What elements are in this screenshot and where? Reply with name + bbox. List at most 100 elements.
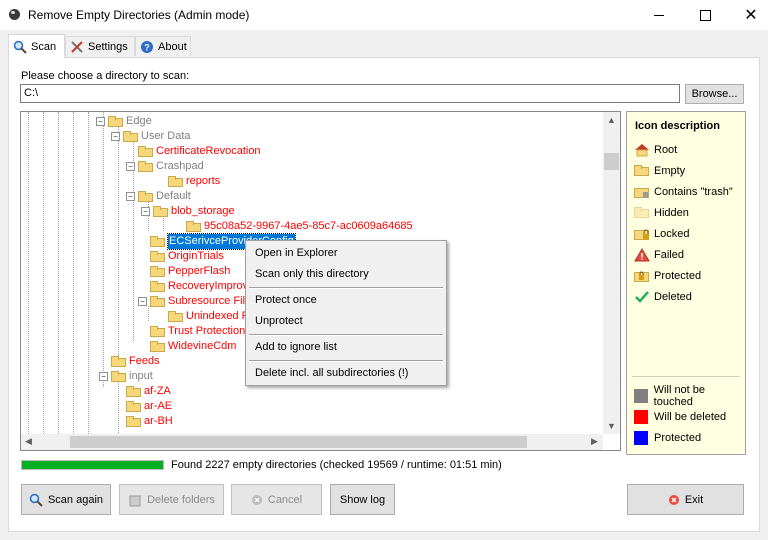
tree-guide-line bbox=[28, 112, 29, 434]
show-log-button[interactable]: Show log bbox=[330, 484, 395, 515]
legend-item-label: Contains "trash" bbox=[654, 186, 733, 198]
folder-icon bbox=[150, 296, 165, 307]
tree-horizontal-scrollbar[interactable]: ◀ ▶ bbox=[21, 434, 603, 450]
minimize-button[interactable] bbox=[636, 0, 682, 30]
exit-button[interactable]: Exit bbox=[627, 484, 744, 515]
collapse-icon[interactable]: − bbox=[99, 372, 108, 381]
folder-icon bbox=[168, 311, 183, 322]
tab-scan-label: Scan bbox=[31, 40, 57, 53]
blue-swatch bbox=[634, 431, 648, 445]
tab-about-label: About bbox=[158, 40, 187, 53]
legend-item-label: Protected bbox=[654, 270, 702, 282]
tree-node[interactable]: PepperFlash bbox=[150, 264, 230, 279]
tree-node[interactable]: 95c08a52-9967-4ae5-85c7-ac0609a64685 bbox=[186, 219, 413, 234]
legend-title: Icon description bbox=[635, 120, 720, 132]
tab-scan[interactable]: Scan bbox=[8, 34, 65, 58]
folder-icon bbox=[126, 386, 141, 397]
tree-node-label: User Data bbox=[141, 130, 191, 142]
tree-node[interactable]: − Subresource Filte bbox=[138, 294, 254, 309]
menu-item-open-in-explorer[interactable]: Open in Explorer bbox=[255, 243, 338, 263]
tree-node[interactable]: af-ZA bbox=[126, 384, 171, 399]
collapse-icon[interactable]: − bbox=[111, 132, 120, 141]
tree-vertical-scrollbar[interactable]: ▲ ▼ bbox=[603, 112, 620, 434]
tree-node[interactable]: − input bbox=[99, 369, 153, 384]
tree-node-label: Default bbox=[156, 190, 191, 202]
legend-item-locked: Locked bbox=[634, 226, 689, 242]
scroll-right-icon[interactable]: ▶ bbox=[591, 436, 598, 447]
delete-folder-icon bbox=[128, 493, 142, 507]
tree-node[interactable]: reports bbox=[168, 174, 220, 189]
tree-node[interactable]: − Crashpad bbox=[126, 159, 204, 174]
tree-node-label: WidevineCdm bbox=[168, 340, 237, 352]
menu-item-delete-incl-subdirectories[interactable]: Delete incl. all subdirectories (!) bbox=[255, 363, 408, 383]
folder-icon bbox=[111, 371, 126, 382]
folder-icon bbox=[150, 341, 165, 352]
tree-node-label: input bbox=[129, 370, 153, 382]
scan-again-label: Scan again bbox=[47, 493, 104, 506]
scan-progress-bar bbox=[21, 460, 164, 470]
legend-color-label: Protected bbox=[654, 432, 702, 444]
collapse-icon[interactable]: − bbox=[96, 117, 105, 126]
collapse-icon[interactable]: − bbox=[126, 162, 135, 171]
tree-node-label: Unindexed R bbox=[186, 310, 250, 322]
root-folder-icon bbox=[634, 143, 650, 157]
menu-item-add-to-ignore-list[interactable]: Add to ignore list bbox=[255, 337, 337, 357]
legend-color-protected: Protected bbox=[634, 430, 701, 446]
tree-node[interactable]: Trust Protection L bbox=[150, 324, 254, 339]
gray-swatch bbox=[634, 389, 648, 403]
protected-folder-icon bbox=[634, 269, 650, 283]
collapse-icon[interactable]: − bbox=[138, 297, 147, 306]
tree-node[interactable]: − Edge bbox=[96, 114, 152, 129]
exit-icon bbox=[668, 494, 680, 506]
tools-icon bbox=[70, 40, 84, 54]
window-title: Remove Empty Directories (Admin mode) bbox=[28, 8, 250, 22]
tree-node[interactable]: − Default bbox=[126, 189, 191, 204]
menu-item-protect-once[interactable]: Protect once bbox=[255, 290, 317, 310]
directory-input[interactable]: C:\ bbox=[20, 84, 680, 103]
cancel-button[interactable]: Cancel bbox=[231, 484, 322, 515]
checkmark-icon bbox=[634, 290, 650, 304]
locked-folder-icon bbox=[634, 227, 650, 241]
folder-icon bbox=[153, 206, 168, 217]
tree-node-label: reports bbox=[186, 175, 221, 187]
tree-node[interactable]: OriginTrials bbox=[150, 249, 224, 264]
legend-color-label: Will be deleted bbox=[654, 411, 727, 423]
tree-guide-line bbox=[118, 382, 119, 437]
tree-guide-line bbox=[73, 112, 74, 434]
folder-icon bbox=[123, 131, 138, 142]
scrollbar-thumb[interactable] bbox=[70, 436, 527, 448]
tree-node[interactable]: ar-AE bbox=[126, 399, 172, 414]
delete-folders-button[interactable]: Delete folders bbox=[119, 484, 224, 515]
tree-node[interactable]: Unindexed R bbox=[168, 309, 250, 324]
tree-node[interactable]: − User Data bbox=[111, 129, 191, 144]
tree-node[interactable]: WidevineCdm bbox=[150, 339, 236, 354]
exit-label: Exit bbox=[684, 493, 704, 506]
tree-node[interactable]: − blob_storage bbox=[141, 204, 235, 219]
collapse-icon[interactable]: − bbox=[141, 207, 150, 216]
show-log-label: Show log bbox=[339, 493, 386, 506]
scroll-down-icon[interactable]: ▼ bbox=[607, 421, 616, 431]
tab-settings-label: Settings bbox=[88, 40, 128, 53]
legend-item-deleted: Deleted bbox=[634, 289, 692, 305]
close-button[interactable]: ✕ bbox=[728, 0, 768, 30]
scrollbar-thumb[interactable] bbox=[604, 153, 619, 170]
scroll-up-icon[interactable]: ▲ bbox=[607, 115, 616, 125]
scan-again-button[interactable]: Scan again bbox=[21, 484, 111, 515]
tree-node[interactable]: ar-BH bbox=[126, 414, 173, 429]
collapse-icon[interactable]: − bbox=[126, 192, 135, 201]
folder-icon bbox=[186, 221, 201, 232]
scroll-left-icon[interactable]: ◀ bbox=[25, 436, 32, 447]
maximize-button[interactable] bbox=[682, 0, 728, 30]
tree-node[interactable]: RecoveryImprove bbox=[150, 279, 254, 294]
magnifier-icon bbox=[29, 493, 43, 507]
tree-node[interactable]: Feeds bbox=[111, 354, 160, 369]
tree-node[interactable]: CertificateRevocation bbox=[138, 144, 261, 159]
tab-settings[interactable]: Settings bbox=[65, 36, 135, 56]
menu-item-scan-only-this-directory[interactable]: Scan only this directory bbox=[255, 264, 369, 284]
tree-node-label: RecoveryImprove bbox=[168, 280, 255, 292]
menu-item-unprotect[interactable]: Unprotect bbox=[255, 311, 303, 331]
folder-icon bbox=[150, 266, 165, 277]
browse-button[interactable]: Browse... bbox=[685, 84, 744, 104]
folder-icon bbox=[138, 146, 153, 157]
tab-about[interactable]: ? About bbox=[135, 36, 191, 56]
